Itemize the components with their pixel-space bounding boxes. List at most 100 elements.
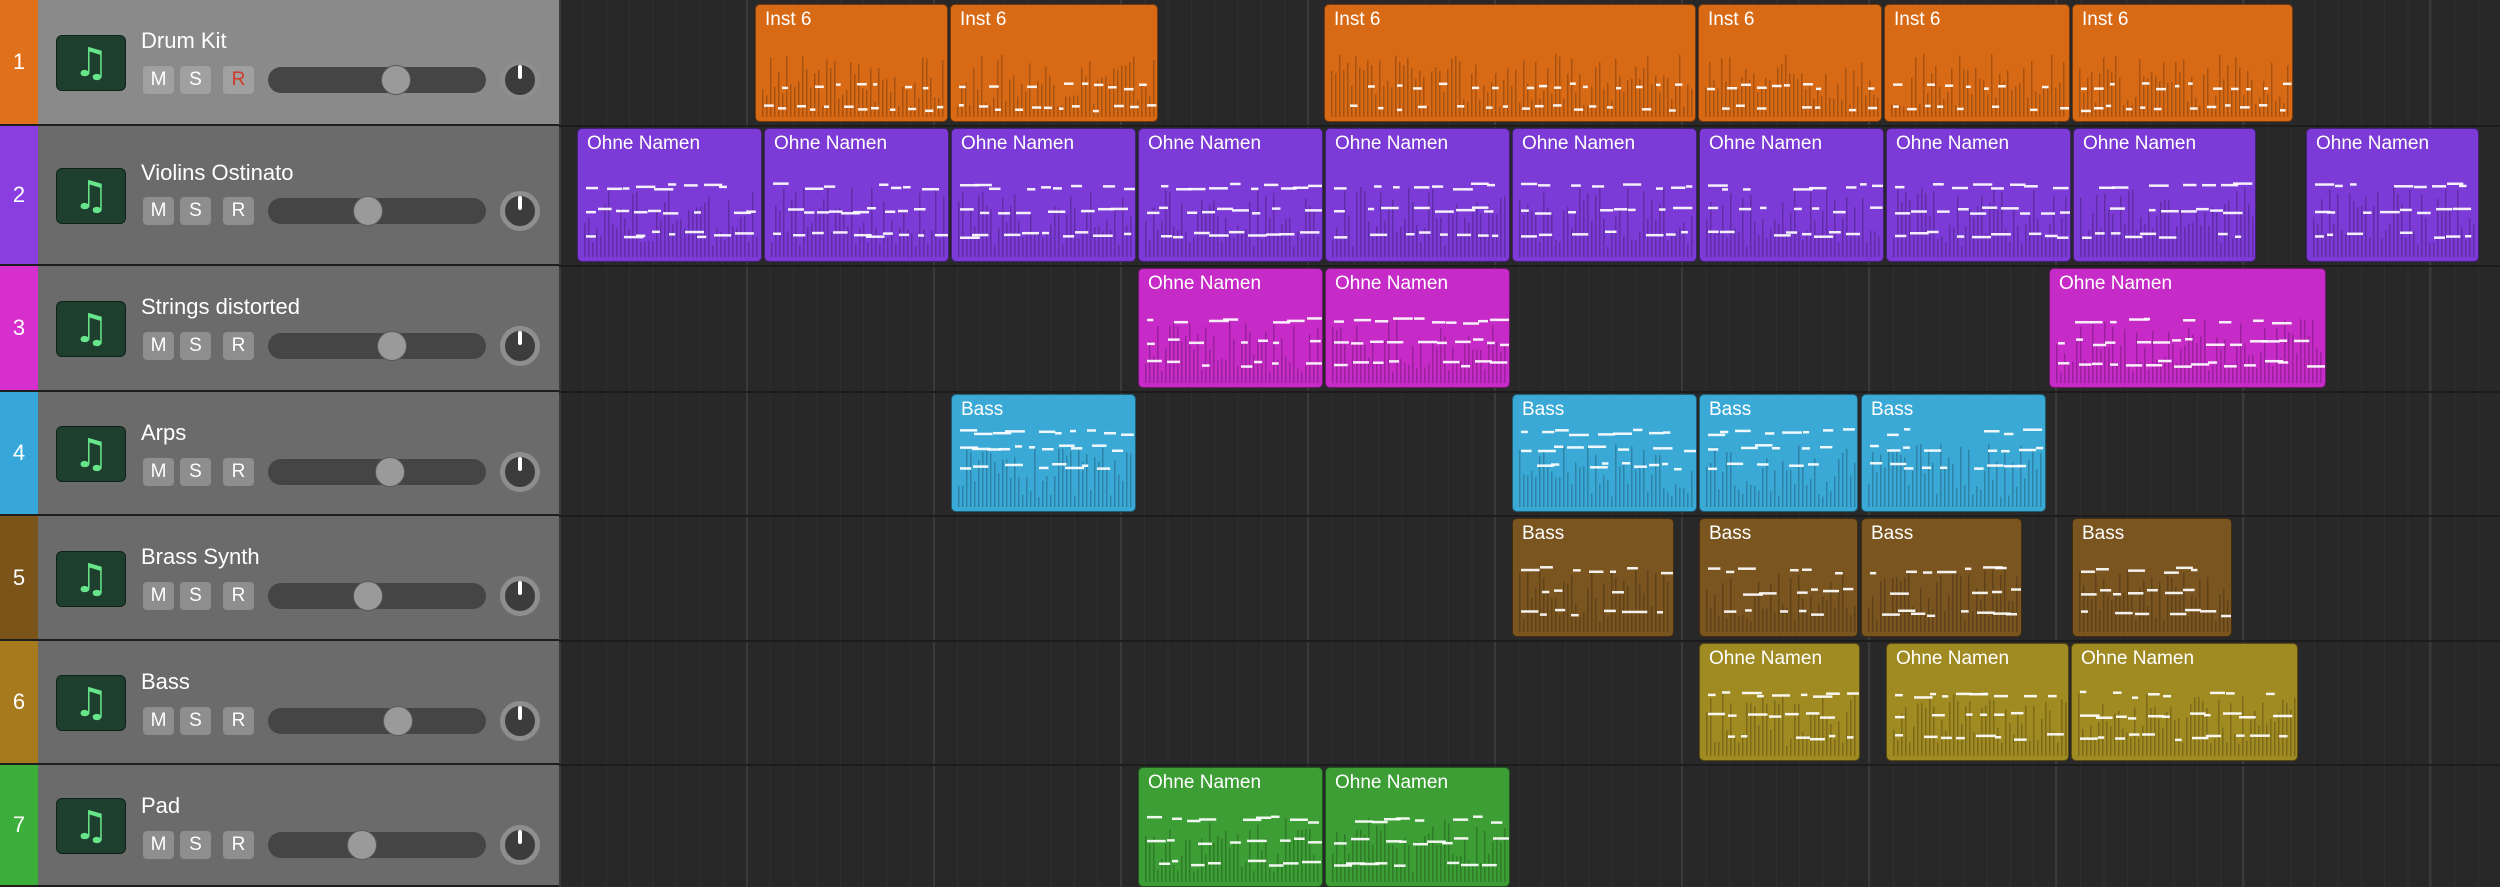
track-number: 5: [0, 516, 38, 639]
midi-region[interactable]: Bass: [1861, 394, 2046, 512]
volume-slider[interactable]: [268, 581, 486, 611]
volume-slider-handle[interactable]: [377, 331, 408, 361]
pan-knob[interactable]: [500, 452, 540, 492]
midi-region[interactable]: Inst 6: [950, 4, 1158, 122]
volume-slider[interactable]: [268, 196, 486, 226]
solo-button[interactable]: S: [180, 582, 211, 610]
midi-region[interactable]: Ohne Namen: [1325, 268, 1510, 388]
midi-region[interactable]: Ohne Namen: [764, 128, 949, 262]
music-note-icon[interactable]: ♫: [56, 675, 126, 731]
track-name[interactable]: Pad: [141, 793, 180, 819]
track-header[interactable]: 3 ♫ Strings distorted M S R: [0, 266, 559, 392]
volume-slider[interactable]: [268, 830, 486, 860]
record-enable-button[interactable]: R: [223, 66, 254, 94]
solo-button[interactable]: S: [180, 332, 211, 360]
midi-region[interactable]: Ohne Namen: [1886, 128, 2071, 262]
midi-region[interactable]: Ohne Namen: [2049, 268, 2326, 388]
mute-button[interactable]: M: [143, 332, 174, 360]
track-name[interactable]: Bass: [141, 669, 190, 695]
midi-region[interactable]: Inst 6: [1324, 4, 1696, 122]
midi-region[interactable]: Bass: [2072, 518, 2232, 637]
music-note-icon[interactable]: ♫: [56, 301, 126, 357]
volume-slider[interactable]: [268, 457, 486, 487]
pan-knob[interactable]: [500, 576, 540, 616]
record-enable-button[interactable]: R: [223, 707, 254, 735]
record-enable-button[interactable]: R: [223, 458, 254, 486]
solo-button[interactable]: S: [180, 197, 211, 225]
record-enable-button[interactable]: R: [223, 197, 254, 225]
midi-region[interactable]: Inst 6: [1884, 4, 2070, 122]
pan-knob[interactable]: [500, 701, 540, 741]
music-note-icon[interactable]: ♫: [56, 798, 126, 854]
volume-slider-handle[interactable]: [352, 196, 383, 226]
midi-region[interactable]: Ohne Namen: [1699, 643, 1860, 761]
mute-button[interactable]: M: [143, 458, 174, 486]
mute-button[interactable]: M: [143, 582, 174, 610]
volume-slider-handle[interactable]: [346, 830, 377, 860]
music-note-icon[interactable]: ♫: [56, 426, 126, 482]
pan-knob[interactable]: [500, 825, 540, 865]
midi-region[interactable]: Ohne Namen: [1512, 128, 1697, 262]
pan-knob[interactable]: [500, 326, 540, 366]
midi-region[interactable]: Ohne Namen: [1699, 128, 1884, 262]
record-enable-button[interactable]: R: [223, 582, 254, 610]
midi-region[interactable]: Bass: [1512, 394, 1697, 512]
midi-region[interactable]: Ohne Namen: [2306, 128, 2479, 262]
midi-region[interactable]: Bass: [1699, 518, 1858, 637]
midi-region[interactable]: Ohne Namen: [1138, 767, 1323, 887]
midi-region[interactable]: Ohne Namen: [2073, 128, 2256, 262]
track-header[interactable]: 6 ♫ Bass M S R: [0, 641, 559, 765]
volume-slider-handle[interactable]: [382, 706, 413, 736]
music-note-icon[interactable]: ♫: [56, 35, 126, 91]
track-header[interactable]: 2 ♫ Violins Ostinato M S R: [0, 126, 559, 266]
midi-region[interactable]: Bass: [1512, 518, 1674, 637]
mute-button[interactable]: M: [143, 707, 174, 735]
solo-button[interactable]: S: [180, 831, 211, 859]
music-note-icon[interactable]: ♫: [56, 168, 126, 224]
solo-button[interactable]: S: [180, 66, 211, 94]
track-header[interactable]: 4 ♫ Arps M S R: [0, 392, 559, 516]
midi-region[interactable]: Ohne Namen: [1138, 268, 1323, 388]
track-header[interactable]: 7 ♫ Pad M S R: [0, 765, 559, 887]
midi-region[interactable]: Bass: [1699, 394, 1858, 512]
record-enable-button[interactable]: R: [223, 332, 254, 360]
mute-button[interactable]: M: [143, 831, 174, 859]
track-header[interactable]: 1 ♫ Drum Kit M S R: [0, 0, 559, 126]
track-name[interactable]: Strings distorted: [141, 294, 300, 320]
midi-region[interactable]: Bass: [1861, 518, 2022, 637]
pan-knob[interactable]: [500, 191, 540, 231]
midi-region[interactable]: Ohne Namen: [577, 128, 762, 262]
volume-slider-handle[interactable]: [375, 457, 406, 487]
midi-region[interactable]: Ohne Namen: [1138, 128, 1323, 262]
midi-region[interactable]: Ohne Namen: [1325, 767, 1510, 887]
solo-button[interactable]: S: [180, 458, 211, 486]
midi-region[interactable]: Inst 6: [755, 4, 948, 122]
volume-slider[interactable]: [268, 65, 486, 95]
track-name[interactable]: Drum Kit: [141, 28, 227, 54]
track-name[interactable]: Brass Synth: [141, 544, 260, 570]
pan-knob[interactable]: [500, 60, 540, 100]
record-enable-button[interactable]: R: [223, 831, 254, 859]
track-name[interactable]: Arps: [141, 420, 186, 446]
midi-region[interactable]: Ohne Namen: [951, 128, 1136, 262]
volume-slider-handle[interactable]: [380, 65, 411, 95]
volume-slider[interactable]: [268, 706, 486, 736]
music-note-icon[interactable]: ♫: [56, 550, 126, 607]
midi-region[interactable]: Inst 6: [1698, 4, 1882, 122]
midi-region[interactable]: Ohne Namen: [1325, 128, 1510, 262]
solo-button[interactable]: S: [180, 707, 211, 735]
volume-slider-handle[interactable]: [352, 581, 383, 611]
volume-slider[interactable]: [268, 331, 486, 361]
mute-button[interactable]: M: [143, 197, 174, 225]
midi-region[interactable]: Bass: [951, 394, 1136, 512]
region-name: Bass: [1709, 523, 1752, 544]
region-name: Ohne Namen: [1335, 133, 1449, 154]
midi-region[interactable]: Ohne Namen: [1886, 643, 2069, 761]
midi-region[interactable]: Ohne Namen: [2071, 643, 2298, 761]
mute-button[interactable]: M: [143, 66, 174, 94]
region-name: Inst 6: [960, 9, 1007, 30]
region-name: Ohne Namen: [1896, 648, 2010, 669]
track-header[interactable]: 5 ♫ Brass Synth M S R: [0, 516, 559, 641]
midi-region[interactable]: Inst 6: [2072, 4, 2293, 122]
track-name[interactable]: Violins Ostinato: [141, 160, 293, 186]
